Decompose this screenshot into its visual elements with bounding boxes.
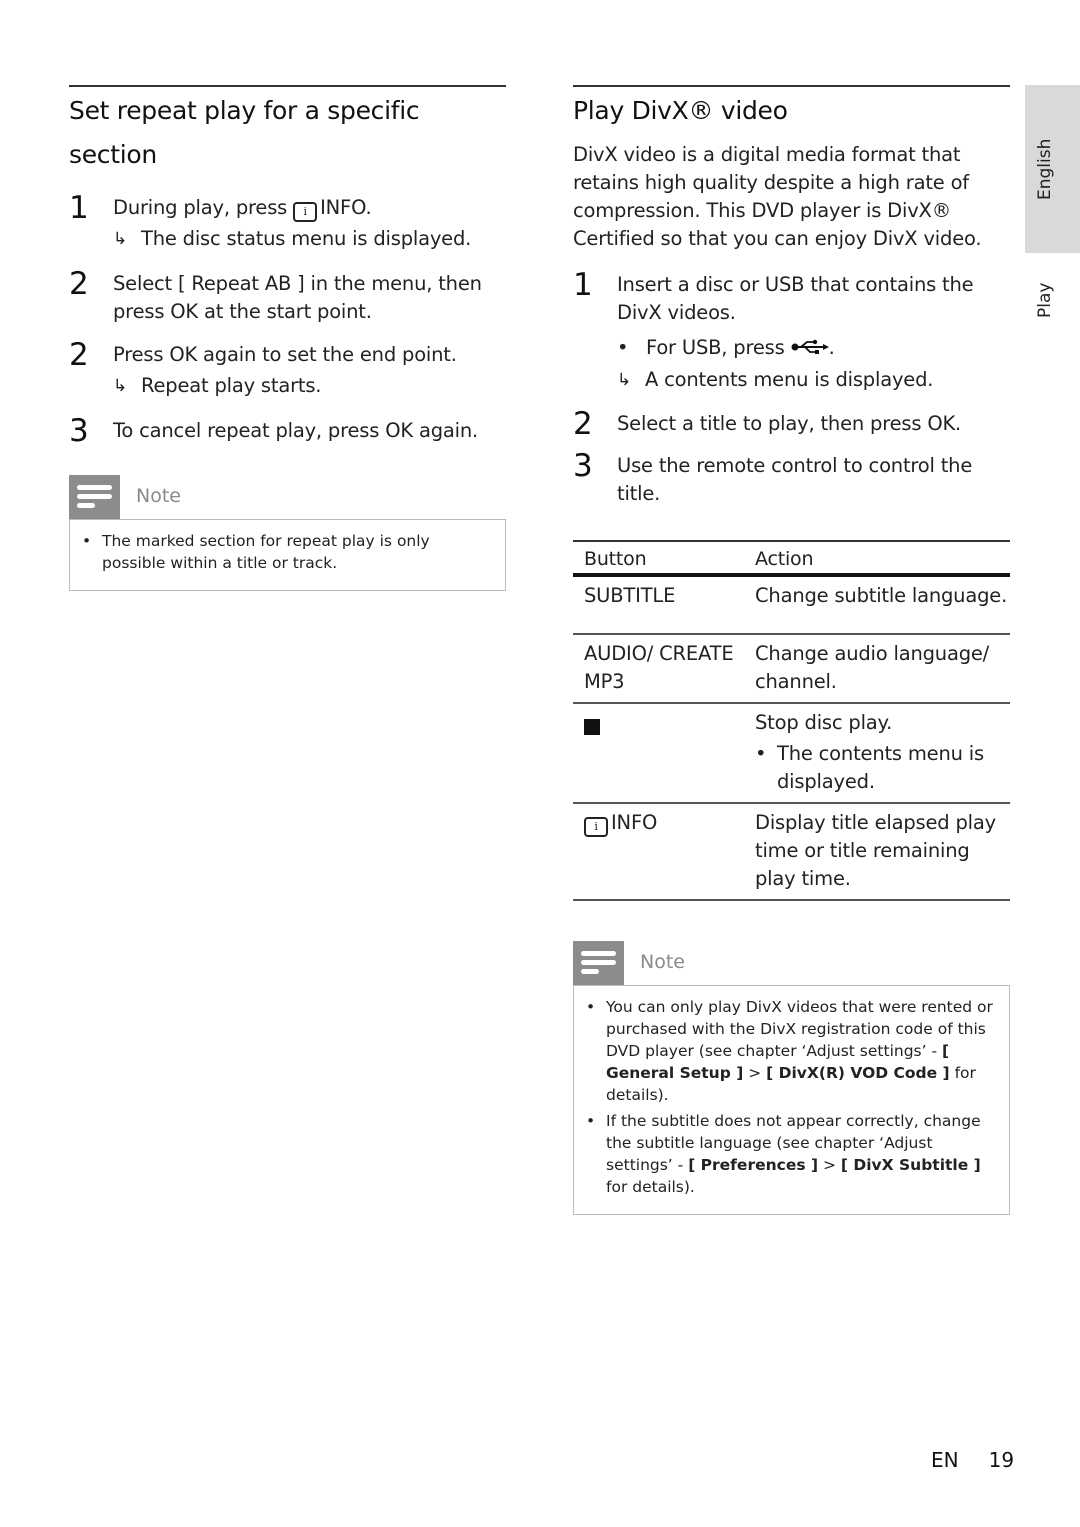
- action-cell: Stop disc play. • The contents menu is d…: [744, 702, 1010, 804]
- result-text: The disc status menu is displayed.: [141, 227, 472, 250]
- button-cell: i INFO: [573, 802, 744, 901]
- step-result: ↳ Repeat play starts.: [113, 372, 506, 400]
- step-text: To cancel repeat play, press OK again.: [113, 419, 478, 442]
- button-cell: SUBTITLE: [573, 574, 744, 635]
- action-text: Stop disc play.: [755, 710, 893, 734]
- separator: >: [818, 1155, 841, 1174]
- button-label: INFO: [611, 810, 658, 834]
- menu-ref: [ DivX(R) VOD Code ]: [766, 1063, 950, 1082]
- column-header-button: Button: [573, 539, 744, 577]
- step-number: 2: [69, 337, 89, 373]
- note-text: for details).: [606, 1177, 695, 1196]
- step-result: ↳ The disc status menu is displayed.: [113, 225, 506, 253]
- key-label: INFO: [320, 196, 366, 219]
- table-row: i INFO Display title elapsed play time or…: [573, 802, 1010, 901]
- step-number: 1: [573, 267, 593, 303]
- note-icon: [573, 940, 624, 985]
- action-cell: Change subtitle language.: [744, 574, 1010, 635]
- note-text: You can only play DivX videos that were …: [606, 997, 993, 1060]
- section-title: Play DivX® video: [573, 96, 788, 125]
- note-header: Note: [573, 940, 1010, 985]
- step-3: 3 To cancel repeat play, press OK again.: [69, 413, 506, 449]
- bullet-text: For USB, press: [646, 336, 791, 359]
- result-text: Repeat play starts.: [141, 374, 322, 397]
- info-icon: i: [584, 816, 608, 837]
- bullet-text: The contents menu is displayed.: [777, 741, 984, 793]
- page-number: 19: [988, 1448, 1015, 1472]
- divx-section: Play DivX® video DivX video is a digital…: [573, 85, 1010, 1215]
- note-item: • You can only play DivX videos that wer…: [584, 996, 995, 1106]
- step-number: 2: [573, 405, 593, 442]
- step-2: 2 Select [ Repeat AB ] in the menu, then…: [69, 266, 506, 326]
- info-icon: i: [293, 202, 318, 222]
- bullet: •: [617, 336, 629, 359]
- button-cell: [573, 702, 744, 804]
- page-footer: EN 19: [931, 1448, 1014, 1472]
- table-row: SUBTITLE Change subtitle language.: [573, 574, 1010, 635]
- button-cell: AUDIO/ CREATE MP3: [573, 633, 744, 704]
- punct: .: [365, 196, 372, 219]
- note-box: Note • The marked section for repeat pla…: [69, 475, 506, 591]
- repeat-section: Set repeat play for a specific section 1…: [69, 85, 506, 591]
- note-icon: [69, 475, 120, 519]
- result-text: A contents menu is displayed.: [645, 367, 934, 391]
- section-title: Set repeat play for a specific section: [69, 96, 420, 169]
- usb-icon: [791, 335, 829, 363]
- bullet: •: [586, 997, 596, 1016]
- language-tab-label: English: [1035, 138, 1055, 200]
- bullet: •: [82, 532, 92, 550]
- step-text: Press OK again to set the end point.: [113, 343, 457, 366]
- note-title: Note: [136, 485, 181, 507]
- table-row: Stop disc play. • The contents menu is d…: [573, 702, 1010, 804]
- note-header: Note: [69, 475, 506, 519]
- step-text: Use the remote control to control the ti…: [617, 453, 973, 505]
- note-item: • The marked section for repeat play is …: [80, 530, 491, 574]
- footer-language: EN: [931, 1448, 959, 1472]
- punct: .: [828, 336, 835, 359]
- column-header-action: Action: [744, 539, 1010, 577]
- result-arrow-icon: ↳: [113, 229, 128, 249]
- menu-item-label: [ Repeat AB ]: [177, 272, 305, 295]
- step-3: 3 Use the remote control to control the …: [573, 447, 1010, 508]
- stop-icon: [584, 718, 600, 735]
- step-text: Select: [113, 272, 178, 295]
- menu-ref: [ Preferences ]: [688, 1155, 819, 1174]
- separator: >: [743, 1063, 767, 1082]
- step-text: Select a title to play, then press OK.: [617, 411, 962, 435]
- step-1: 1 During play, press i INFO. ↳ The disc s…: [69, 190, 506, 253]
- note-box: Note • You can only play DivX videos tha…: [573, 940, 1010, 1215]
- button-action-table: Button Action SUBTITLE Change subtitle l…: [573, 539, 1010, 901]
- menu-ref: [ DivX Subtitle ]: [840, 1155, 981, 1174]
- step-result: ↳ A contents menu is displayed.: [617, 366, 1010, 394]
- action-bullet: • The contents menu is displayed.: [755, 740, 1010, 796]
- step-number: 2: [69, 266, 89, 302]
- step-text: During play, press: [113, 196, 294, 219]
- chapter-tab-label: Play: [1035, 282, 1055, 318]
- table-row: AUDIO/ CREATE MP3 Change audio language/…: [573, 633, 1010, 704]
- step-text: Insert a disc or USB that contains the D…: [617, 273, 974, 324]
- result-arrow-icon: ↳: [617, 369, 632, 390]
- step-number: 1: [69, 190, 89, 226]
- action-cell: Change audio language/ channel.: [744, 633, 1010, 704]
- step-2b: 2 Press OK again to set the end point. ↳…: [69, 337, 506, 400]
- action-cell: Display title elapsed play time or title…: [744, 802, 1010, 901]
- step-bullet: • For USB, press .: [617, 334, 1010, 363]
- note-body: • You can only play DivX videos that wer…: [573, 984, 1010, 1215]
- bullet: •: [586, 1111, 596, 1130]
- step-1: 1 Insert a disc or USB that contains the…: [573, 267, 1010, 394]
- bullet: •: [755, 741, 767, 765]
- note-text: The marked section for repeat play is on…: [102, 532, 430, 572]
- note-item: • If the subtitle does not appear correc…: [584, 1110, 995, 1198]
- note-title: Note: [640, 950, 685, 973]
- note-body: • The marked section for repeat play is …: [69, 519, 506, 591]
- step-2: 2 Select a title to play, then press OK.: [573, 405, 1010, 442]
- intro-paragraph: DivX video is a digital media format tha…: [573, 143, 982, 250]
- step-number: 3: [69, 413, 89, 449]
- result-arrow-icon: ↳: [113, 376, 128, 396]
- step-number: 3: [573, 447, 593, 484]
